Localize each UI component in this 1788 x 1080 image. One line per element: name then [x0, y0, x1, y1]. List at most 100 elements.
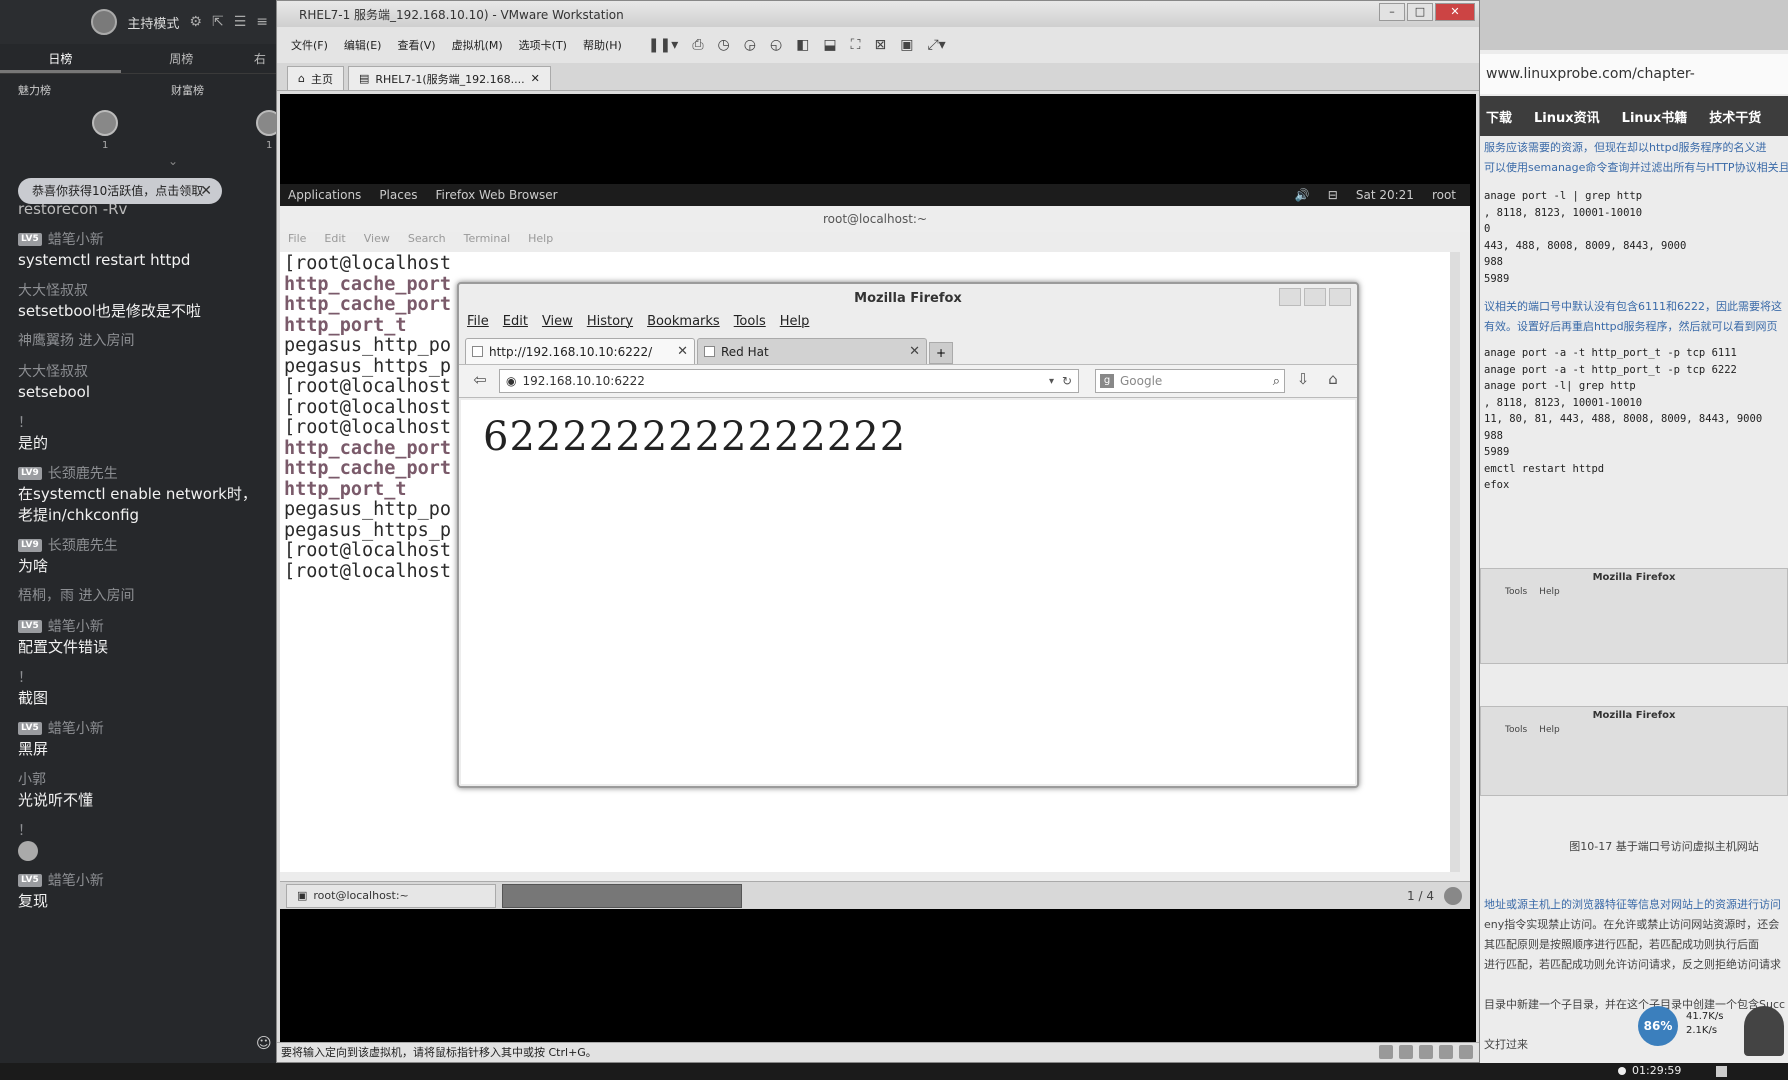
close-icon[interactable]: ✕: [677, 344, 688, 359]
close-icon[interactable]: ✕: [531, 72, 540, 85]
close-icon[interactable]: ✕: [909, 344, 920, 359]
applications-menu[interactable]: Applications: [288, 188, 361, 202]
terminal-scrollbar[interactable]: [1450, 252, 1460, 872]
chevron-down-icon[interactable]: ▾: [1049, 376, 1054, 387]
maximize-button[interactable]: [1304, 288, 1326, 306]
tab-daily[interactable]: 日榜: [0, 44, 121, 73]
hdd-icon[interactable]: [1379, 1045, 1393, 1059]
username[interactable]: 蜡笔小新: [48, 718, 104, 738]
tab-more[interactable]: 右: [242, 44, 278, 73]
ff-menu-help[interactable]: Help: [780, 314, 810, 336]
url-bar[interactable]: ◉ 192.168.10.10:6222 ▾ ↻: [499, 369, 1079, 393]
back-icon[interactable]: ⇦: [467, 370, 493, 392]
term-menu-terminal[interactable]: Terminal: [464, 232, 511, 252]
username[interactable]: 蜡笔小新: [48, 616, 104, 636]
volume-icon[interactable]: 🔊: [1295, 188, 1310, 202]
more-icon[interactable]: ≡: [256, 14, 268, 30]
menu-tabs[interactable]: 选项卡(T): [519, 37, 567, 53]
nav-tech[interactable]: 技术干货: [1709, 107, 1761, 126]
charm-rank-tab[interactable]: 魅力榜: [18, 82, 51, 98]
username[interactable]: 大大怪叔叔: [18, 280, 88, 300]
firefox-titlebar[interactable]: Mozilla Firefox: [459, 284, 1357, 314]
menu-file[interactable]: 文件(F): [291, 37, 328, 53]
menu-edit[interactable]: 编辑(E): [344, 37, 382, 53]
tab-home[interactable]: ⌂ 主页: [287, 66, 344, 90]
tab-weekly[interactable]: 周榜: [121, 44, 242, 73]
nav-download[interactable]: 下载: [1486, 107, 1512, 126]
username[interactable]: 蜡笔小新: [48, 870, 104, 890]
network-adapter-icon[interactable]: [1419, 1045, 1433, 1059]
tab-vm[interactable]: ▤ RHEL7-1(服务端_192.168.... ✕: [347, 66, 551, 90]
nav-news[interactable]: Linux资讯: [1534, 107, 1600, 126]
ff-menu-file[interactable]: File: [467, 314, 489, 336]
term-menu-edit[interactable]: Edit: [324, 232, 345, 252]
network-icon[interactable]: ⊟: [1328, 188, 1338, 202]
username[interactable]: 长颈鹿先生: [48, 463, 118, 483]
term-menu-file[interactable]: File: [288, 232, 306, 252]
places-menu[interactable]: Places: [379, 188, 417, 202]
username[interactable]: 大大怪叔叔: [18, 361, 88, 381]
ff-menu-bookmarks[interactable]: Bookmarks: [647, 314, 720, 336]
clock[interactable]: Sat 20:21: [1356, 188, 1414, 202]
minimize-button[interactable]: [1279, 288, 1301, 306]
new-tab-button[interactable]: +: [929, 342, 953, 364]
workspace-pager[interactable]: 1 / 4: [1407, 889, 1434, 903]
cdrom-icon[interactable]: [1399, 1045, 1413, 1059]
usb-icon[interactable]: [1439, 1045, 1453, 1059]
wealth-rank-tab[interactable]: 财富榜: [171, 82, 204, 98]
ff-menu-edit[interactable]: Edit: [503, 314, 528, 336]
username[interactable]: ！: [18, 667, 32, 687]
menu-help[interactable]: 帮助(H): [583, 37, 622, 53]
thumbnail-icon[interactable]: ⬓: [823, 37, 836, 53]
memory-badge[interactable]: 86%: [1638, 1006, 1678, 1046]
reward-toast[interactable]: 恭喜你获得10活跃值，点击领取 ✕: [18, 178, 222, 204]
menu-icon[interactable]: ☰: [234, 14, 247, 30]
home-icon[interactable]: ⌂: [1321, 370, 1345, 392]
ff-tab-redhat[interactable]: Red Hat ✕: [697, 338, 927, 364]
ff-menu-tools[interactable]: Tools: [734, 314, 766, 336]
stop-icon[interactable]: [1716, 1066, 1727, 1077]
emoji-icon[interactable]: ☺: [256, 1034, 272, 1052]
nav-books[interactable]: Linux书籍: [1622, 107, 1688, 126]
sidebar-icon[interactable]: ◧: [796, 37, 809, 53]
console-icon[interactable]: ▣: [900, 37, 913, 53]
term-menu-help[interactable]: Help: [528, 232, 553, 252]
pause-icon[interactable]: ❚❚▾: [648, 37, 679, 53]
ff-tab-active[interactable]: http://192.168.10.10:6222/ ✕: [465, 338, 695, 364]
close-button[interactable]: [1329, 288, 1351, 306]
term-menu-search[interactable]: Search: [408, 232, 446, 252]
menu-view[interactable]: 查看(V): [397, 37, 435, 53]
google-icon[interactable]: g: [1100, 374, 1114, 388]
taskbar-firefox[interactable]: [502, 883, 742, 908]
taskbar-terminal[interactable]: ▣ root@localhost:~: [286, 883, 496, 908]
active-app-label[interactable]: Firefox Web Browser: [435, 188, 557, 202]
ff-menu-view[interactable]: View: [542, 314, 573, 336]
snapshot-manager-icon[interactable]: ◵: [770, 37, 782, 53]
stretch-icon[interactable]: ⤢▾: [927, 37, 945, 53]
rank-avatar[interactable]: [92, 110, 118, 136]
fullscreen-icon[interactable]: ⛶: [851, 37, 861, 53]
reload-icon[interactable]: ↻: [1062, 374, 1072, 388]
revert-snapshot-icon[interactable]: ◶: [744, 37, 756, 53]
address-bar[interactable]: www.linuxprobe.com/chapter-10.html#1053: [1480, 54, 1788, 122]
download-icon[interactable]: ⇩: [1291, 370, 1315, 392]
term-menu-view[interactable]: View: [364, 232, 390, 252]
share-icon[interactable]: ⇱: [212, 14, 224, 30]
menu-vm[interactable]: 虚拟机(M): [452, 37, 503, 53]
maximize-button[interactable]: □: [1407, 3, 1433, 21]
ff-menu-history[interactable]: History: [587, 314, 633, 336]
trash-icon[interactable]: [1444, 886, 1462, 905]
minimize-button[interactable]: –: [1379, 3, 1405, 21]
close-button[interactable]: ✕: [1435, 3, 1475, 21]
username[interactable]: 长颈鹿先生: [48, 535, 118, 555]
user-menu[interactable]: root: [1432, 188, 1456, 202]
username[interactable]: ！: [18, 412, 32, 432]
unity-icon[interactable]: ⊠: [874, 37, 886, 53]
search-input[interactable]: g Google ⌕: [1095, 369, 1285, 393]
message-icon[interactable]: [1459, 1045, 1473, 1059]
username[interactable]: 小郭: [18, 769, 46, 789]
window-titlebar[interactable]: RHEL7-1 服务端_192.168.10.10) - VMware Work…: [277, 1, 1479, 27]
settings-icon[interactable]: ⚙: [189, 14, 202, 30]
host-avatar[interactable]: [91, 9, 118, 35]
send-keys-icon[interactable]: ⎙: [692, 37, 703, 53]
